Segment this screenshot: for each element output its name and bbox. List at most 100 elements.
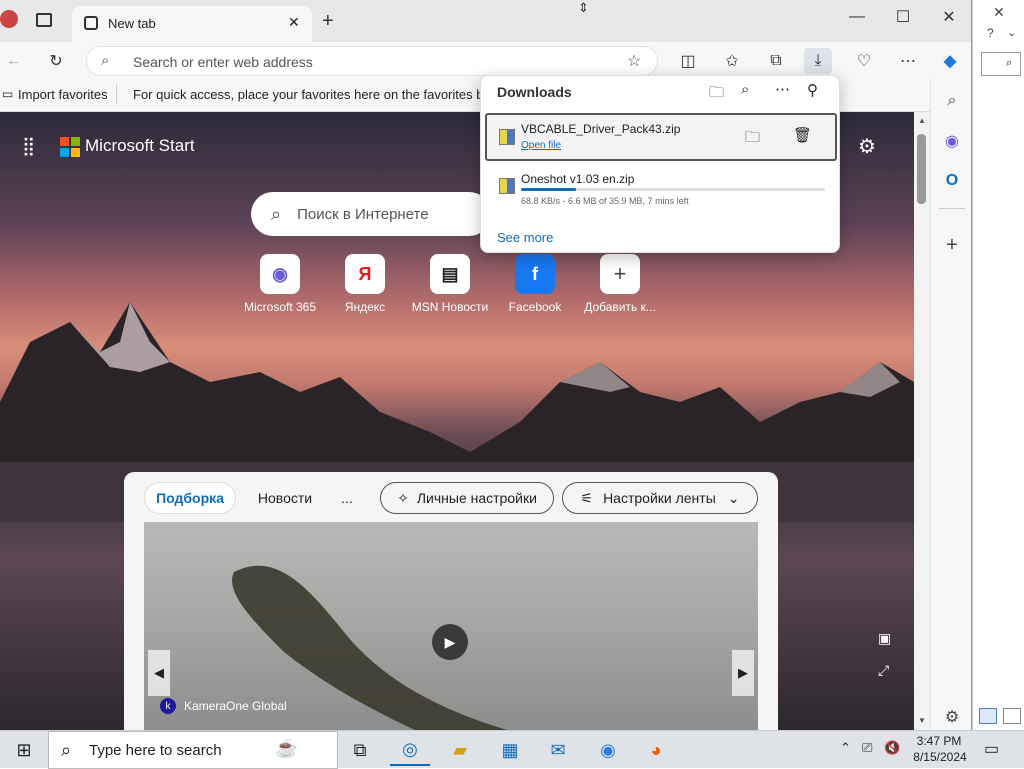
- navigation-toolbar: ← ↻ ⌕ Search or enter web address ☆ ◫ ✩ …: [0, 42, 971, 78]
- play-button[interactable]: ▶: [432, 624, 468, 660]
- address-placeholder: Search or enter web address: [133, 54, 313, 70]
- quick-link-label: Добавить к...: [584, 300, 656, 314]
- add-app-icon[interactable]: +: [939, 232, 965, 258]
- new-tab-page-icon: [84, 16, 98, 30]
- search-downloads-icon[interactable]: ⌕: [741, 81, 749, 98]
- scrollbar-thumb[interactable]: [917, 134, 926, 204]
- previous-button[interactable]: ◀: [148, 650, 170, 696]
- show-in-folder-icon[interactable]: 🗀: [745, 127, 760, 152]
- favorites-icon[interactable]: ✩: [718, 48, 746, 74]
- quick-link-label: Facebook: [508, 300, 562, 314]
- favorite-star-icon[interactable]: ☆: [627, 51, 641, 71]
- quick-link-yandex[interactable]: Я Яндекс: [325, 254, 405, 314]
- personalize-icon: ✧: [397, 489, 409, 506]
- address-bar[interactable]: ⌕ Search or enter web address ☆: [86, 46, 658, 76]
- more-options-icon[interactable]: ⋯: [775, 80, 790, 98]
- browser-window: New tab ✕ + ⇕ — ☐ ✕ ← ↻ ⌕ Search or ente…: [0, 0, 972, 730]
- video-card[interactable]: ▶ ◀ ▶ k KameraOne Global: [144, 522, 758, 730]
- news-feed: Подборка Новости ... ✧ Личные настройки …: [124, 472, 778, 730]
- outlook-icon[interactable]: O: [939, 168, 965, 194]
- quick-link-facebook[interactable]: f Facebook: [495, 254, 575, 314]
- taskbar-search-box[interactable]: ⌕ Type here to search ☕: [48, 731, 338, 769]
- scroll-down-icon[interactable]: ▼: [918, 716, 926, 725]
- new-tab-button[interactable]: +: [322, 10, 334, 33]
- download-item[interactable]: VBCABLE_Driver_Pack43.zip Open file 🗀 🗑: [485, 113, 837, 161]
- search-icon: ⌕: [101, 52, 110, 69]
- background-image-icon[interactable]: ▣: [878, 630, 891, 647]
- download-filename: VBCABLE_Driver_Pack43.zip: [521, 122, 681, 136]
- feed-settings-button[interactable]: ⚟ Настройки ленты ⌄: [562, 482, 758, 514]
- windows-start-icon[interactable]: ⊞: [4, 734, 44, 766]
- more-menu-icon[interactable]: ⋯: [894, 48, 922, 74]
- next-button[interactable]: ▶: [732, 650, 754, 696]
- open-downloads-folder-icon[interactable]: 🗀: [709, 82, 724, 107]
- video-source[interactable]: KameraOne Global: [184, 699, 287, 713]
- m365-icon[interactable]: ◉: [939, 128, 965, 154]
- firefox-icon[interactable]: ◕: [636, 734, 676, 766]
- collections-icon[interactable]: ⧉: [762, 48, 790, 74]
- msn-news-icon: ▤: [430, 254, 470, 294]
- large-icons-view-icon[interactable]: [1003, 708, 1021, 724]
- clock-time[interactable]: 3:47 PM: [914, 734, 964, 748]
- search-icon[interactable]: ⌕: [939, 88, 965, 114]
- feed-settings-label: Настройки ленты: [603, 490, 716, 506]
- back-icon[interactable]: ←: [0, 48, 28, 74]
- task-view-icon[interactable]: ⧉: [340, 734, 380, 766]
- open-file-link[interactable]: Open file: [521, 140, 561, 151]
- pin-icon[interactable]: ⚲: [807, 81, 818, 99]
- close-window-button[interactable]: ✕: [926, 0, 971, 34]
- minimize-button[interactable]: —: [834, 0, 880, 34]
- close-tab-icon[interactable]: ✕: [288, 14, 300, 31]
- see-more-link[interactable]: See more: [497, 230, 553, 245]
- tray-chevron-icon[interactable]: ⌃: [840, 740, 851, 756]
- quick-link-add[interactable]: + Добавить к...: [580, 254, 660, 314]
- import-favorites-link[interactable]: Import favorites: [18, 87, 108, 102]
- refresh-icon[interactable]: ↻: [42, 48, 70, 74]
- tab-news[interactable]: Новости: [248, 482, 322, 514]
- details-view-icon[interactable]: [979, 708, 997, 724]
- tab-actions-icon[interactable]: [36, 13, 52, 27]
- mouse-cursor-icon: ⇕: [578, 0, 589, 15]
- page-settings-icon[interactable]: ⚙: [858, 134, 876, 159]
- microsoft-logo-icon: [60, 137, 80, 157]
- edge-taskbar-icon[interactable]: ◎: [390, 734, 430, 766]
- web-search-input[interactable]: ⌕ Поиск в Интернете: [251, 192, 491, 236]
- tab-new-tab[interactable]: New tab ✕: [72, 6, 312, 42]
- clock-date[interactable]: 8/15/2024: [910, 750, 970, 764]
- chevron-down-icon[interactable]: ⌄: [1007, 26, 1016, 39]
- browser-essentials-icon[interactable]: ♡: [850, 48, 878, 74]
- more-tabs-button[interactable]: ...: [330, 482, 364, 514]
- notifications-icon[interactable]: ▭: [984, 739, 999, 759]
- quick-link-msn-news[interactable]: ▤ MSN Новости: [410, 254, 490, 314]
- scroll-up-icon[interactable]: ▲: [918, 116, 926, 125]
- tab-feed-picks[interactable]: Подборка: [144, 482, 236, 514]
- mail-icon[interactable]: ✉: [538, 734, 578, 766]
- file-explorer-icon[interactable]: ▰: [440, 734, 480, 766]
- page-scrollbar[interactable]: ▲ ▼: [914, 112, 930, 730]
- download-item[interactable]: Oneshot v1.03 en.zip 68.8 KB/s - 6.6 MB …: [485, 166, 837, 210]
- maximize-button[interactable]: ☐: [880, 0, 926, 34]
- delete-icon[interactable]: 🗑: [793, 126, 812, 144]
- expand-icon[interactable]: ⤢: [878, 662, 889, 679]
- store-icon[interactable]: ▦: [490, 734, 530, 766]
- quick-link-microsoft365[interactable]: ◉ Microsoft 365: [240, 254, 320, 314]
- source-logo-icon: k: [160, 698, 176, 714]
- volume-muted-icon[interactable]: 🔇: [884, 740, 900, 756]
- chrome-icon[interactable]: ◉: [588, 734, 628, 766]
- network-icon[interactable]: ⎚: [862, 740, 872, 756]
- help-icon[interactable]: ?: [987, 26, 994, 40]
- close-icon[interactable]: ✕: [993, 4, 1005, 21]
- quick-link-label: Яндекс: [344, 300, 386, 314]
- downloads-icon[interactable]: ⤓: [804, 48, 832, 74]
- web-search-placeholder: Поиск в Интернете: [297, 205, 429, 223]
- search-field[interactable]: ⌕: [981, 52, 1021, 76]
- personalize-button[interactable]: ✧ Личные настройки: [380, 482, 554, 514]
- personalize-label: Личные настройки: [416, 490, 537, 506]
- apps-launcher-icon[interactable]: ⣿: [22, 136, 35, 157]
- profile-avatar[interactable]: [0, 10, 18, 28]
- zip-file-icon: [499, 178, 515, 194]
- split-screen-icon[interactable]: ◫: [674, 48, 702, 74]
- sidebar-settings-icon[interactable]: ⚙: [939, 704, 965, 730]
- download-progress-fill: [521, 188, 576, 191]
- copilot-icon[interactable]: ◆: [936, 48, 964, 74]
